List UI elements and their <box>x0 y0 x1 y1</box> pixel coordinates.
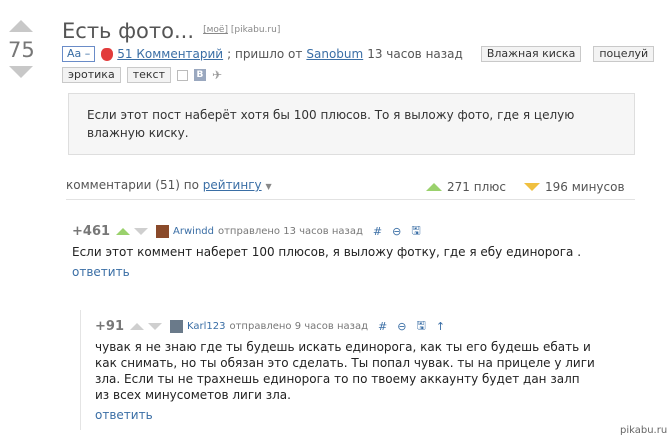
parent-arrow-icon[interactable]: ↑ <box>436 320 445 333</box>
downvote-icon[interactable] <box>9 66 33 78</box>
avatar[interactable] <box>169 320 183 333</box>
pluses-count: 271 плюс <box>447 180 506 194</box>
tag-kiss[interactable]: поцелуй <box>593 46 655 62</box>
post-body: Если этот пост наберёт хотя бы 100 плюсо… <box>68 93 635 155</box>
permalink-icon[interactable]: # <box>378 320 387 333</box>
divider <box>66 199 635 200</box>
tag-text[interactable]: текст <box>126 67 171 83</box>
minuses-summary: 196 минусов <box>524 180 625 194</box>
post-vote: 75 <box>8 20 35 78</box>
upvote-icon[interactable] <box>9 20 33 32</box>
reply-link[interactable]: ответить <box>72 265 130 279</box>
post-time: 13 часов назад <box>367 47 463 61</box>
sort-rating-link[interactable]: рейтингу <box>203 178 262 192</box>
pluses-summary: 271 плюс <box>426 180 506 194</box>
source-tags: [моё] [pikabu.ru] <box>203 25 280 35</box>
vk-icon[interactable]: B <box>193 69 206 81</box>
post-title[interactable]: Есть фото... <box>62 19 194 43</box>
minus-icon <box>524 183 540 191</box>
comment-time: отправлено 9 часов назад <box>229 321 369 332</box>
permalink-icon[interactable]: # <box>373 225 382 238</box>
comment-user[interactable]: Karl123 <box>187 321 226 332</box>
hide-icon[interactable]: ⊖ <box>397 320 406 333</box>
comments-header: комментарии (51) по рейтингу ▼ <box>66 178 272 192</box>
author-link[interactable]: Sanobum <box>306 47 363 61</box>
post-score: 75 <box>8 38 35 62</box>
avatar[interactable] <box>156 225 170 238</box>
site-tag: [pikabu.ru] <box>230 25 281 35</box>
twitter-icon[interactable]: ✈ <box>212 68 222 82</box>
comment-downvote-icon[interactable] <box>134 228 149 235</box>
comment-time: отправлено 13 часов назад <box>217 226 363 237</box>
comment-upvote-icon[interactable] <box>116 228 131 235</box>
post-title-row: Есть фото... [моё] [pikabu.ru] <box>62 19 280 43</box>
tag-wet[interactable]: Влажная киска <box>480 46 582 62</box>
hide-icon[interactable]: ⊖ <box>392 225 401 238</box>
reply-link[interactable]: ответить <box>95 408 153 422</box>
comment-header: +461 Arwindd отправлено 13 часов назад #… <box>72 222 421 241</box>
comment-score: +461 <box>72 224 111 239</box>
comment-user[interactable]: Arwindd <box>173 226 214 237</box>
comment-downvote-icon[interactable] <box>147 323 162 330</box>
comment-header: +91 Karl123 отправлено 9 часов назад # ⊖… <box>95 317 445 336</box>
font-size-toggle[interactable]: Аа – <box>62 46 96 62</box>
thread-line <box>80 310 81 430</box>
post-meta: Аа – 51 Комментарий ; пришло от Sanobum 1… <box>62 46 655 62</box>
save-icon[interactable]: 🖫 <box>416 317 425 336</box>
strawberry-icon <box>101 47 114 61</box>
save-icon[interactable]: 🖫 <box>411 222 420 241</box>
comments-count-label: комментарии (51) по <box>66 178 199 192</box>
comment-score: +91 <box>95 319 124 334</box>
mine-tag[interactable]: [моё] <box>203 25 228 35</box>
came-from-text: ; пришло от <box>227 47 303 61</box>
comment-text: Если этот коммент наберет 100 плюсов, я … <box>72 245 582 259</box>
comment-text: чувак я не знаю где ты будешь искать еди… <box>95 340 595 402</box>
minuses-count: 196 минусов <box>545 180 625 194</box>
chevron-down-icon[interactable]: ▼ <box>265 182 271 191</box>
watermark: pikabu.ru <box>620 425 668 436</box>
comments-link[interactable]: 51 Комментарий <box>117 47 223 61</box>
post-tags-row2: эротика текст B ✈ <box>62 67 222 83</box>
tag-erotica[interactable]: эротика <box>62 67 121 83</box>
comment-upvote-icon[interactable] <box>129 323 144 330</box>
save-icon[interactable] <box>176 69 188 81</box>
plus-icon <box>426 183 442 191</box>
